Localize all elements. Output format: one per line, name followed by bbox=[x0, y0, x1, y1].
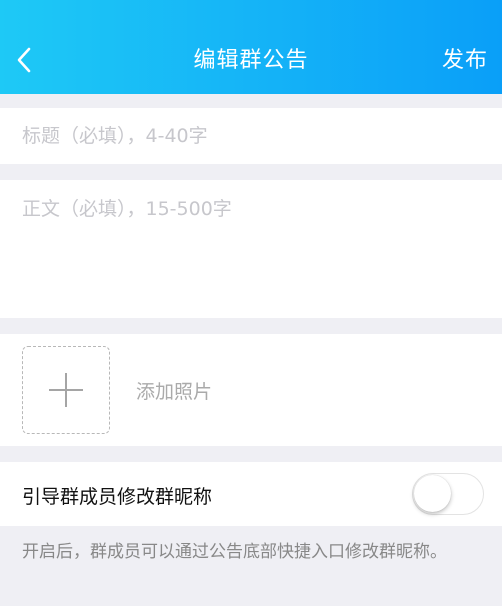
body-section bbox=[0, 180, 502, 318]
title-section bbox=[0, 108, 502, 164]
add-photo-label[interactable]: 添加照片 bbox=[136, 377, 212, 404]
announcement-title-input[interactable] bbox=[0, 108, 502, 164]
page-title: 编辑群公告 bbox=[193, 48, 309, 73]
nickname-guide-hint: 开启后，群成员可以通过公告底部快捷入口修改群昵称。 bbox=[22, 542, 447, 562]
publish-button[interactable]: 发布 bbox=[442, 42, 488, 74]
nav-header: 编辑群公告 发布 bbox=[0, 0, 502, 94]
toggle-knob bbox=[414, 475, 451, 512]
nickname-guide-label: 引导群成员修改群昵称 bbox=[22, 486, 213, 508]
nickname-guide-row: 引导群成员修改群昵称 bbox=[0, 462, 502, 526]
plus-icon bbox=[48, 372, 83, 407]
photo-section: 添加照片 bbox=[0, 334, 502, 446]
add-photo-button[interactable] bbox=[22, 346, 110, 434]
nickname-guide-toggle[interactable] bbox=[412, 473, 484, 515]
edit-group-announcement-screen: 编辑群公告 发布 添加照片 引导群成员修改群昵称 开启后，群成员可以通过公告底部… bbox=[0, 0, 502, 606]
announcement-body-input[interactable] bbox=[0, 180, 502, 318]
